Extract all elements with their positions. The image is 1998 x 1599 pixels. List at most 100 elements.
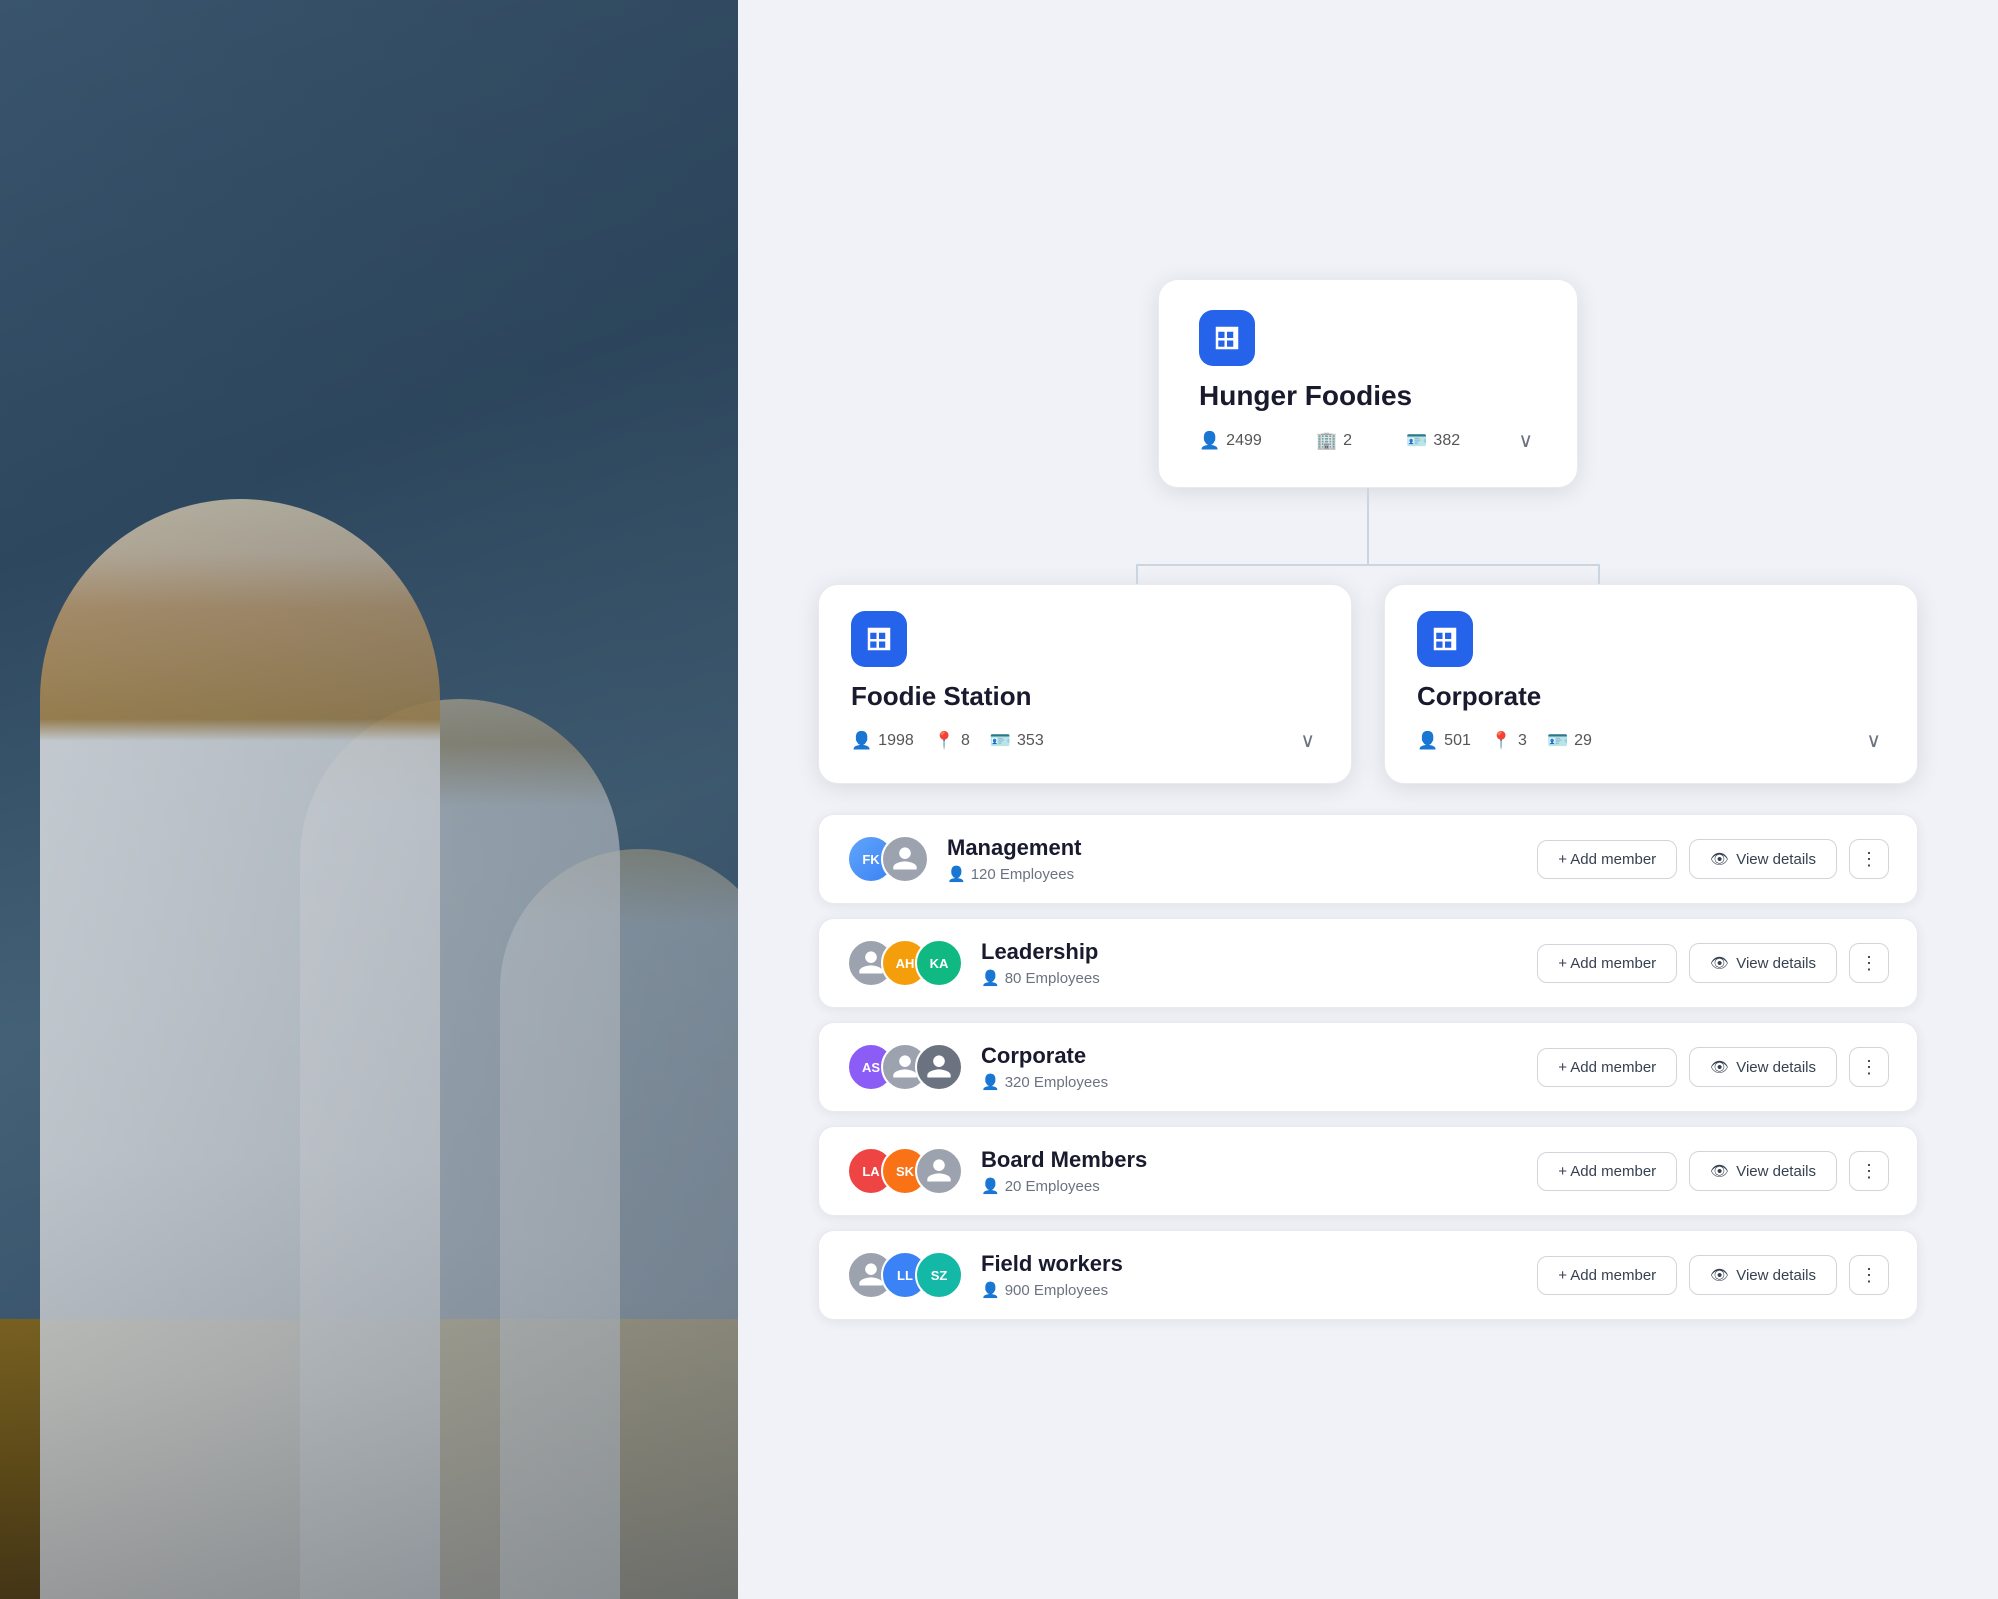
photo-background [0,0,820,1599]
list-item: LA SK Board Members 👤 20 Emplo [818,1126,1918,1216]
corp-stat-people: 👤 501 [1417,731,1471,751]
corp-employees-count: 29 [1574,732,1592,750]
list-section: FK Management 👤 120 Employees [818,814,1918,1320]
stat-people: 👤 2499 [1199,431,1262,451]
management-actions: + Add member 👁 View details ⋮ [1537,839,1889,879]
corp-stat-locations: 📍 3 [1491,731,1527,751]
connector-line-1 [1367,488,1369,536]
list-item: AS Corporate 👤 320 Employees [818,1022,1918,1112]
corp-locations-count: 3 [1518,732,1527,750]
field-count: 900 Employees [1005,1282,1108,1299]
corporate-row-info: Corporate 👤 320 Employees [981,1043,1519,1091]
management-title: Management [947,835,1519,861]
board-avatars: LA SK [847,1147,963,1195]
people-icon: 👤 [1199,431,1220,451]
leadership-view-button[interactable]: 👁 View details [1689,943,1837,983]
board-count: 20 Employees [1005,1178,1100,1195]
corporate-more-button[interactable]: ⋮ [1849,1047,1889,1087]
connector-horizontal-line [1137,564,1599,566]
corp-location-icon: 📍 [1491,731,1512,751]
foodie-station-title: Foodie Station [851,681,1319,712]
corporate-row-title: Corporate [981,1043,1519,1069]
board-actions: + Add member 👁 View details ⋮ [1537,1151,1889,1191]
corporate-expand-button[interactable]: ∨ [1862,724,1885,757]
management-more-button[interactable]: ⋮ [1849,839,1889,879]
corp-stat-employees: 🪪 29 [1547,731,1592,751]
eye-icon-4: 👁 [1710,1162,1729,1180]
second-level-cards: Foodie Station 👤 1998 📍 8 🪪 353 [818,584,1918,784]
corporate-view-button[interactable]: 👁 View details [1689,1047,1837,1087]
ui-section: Hunger Foodies 👤 2499 🏢 2 🪪 382 ∨ [738,0,1998,1599]
list-item: AH KA Leadership 👤 80 Employees [818,918,1918,1008]
org-chart: Hunger Foodies 👤 2499 🏢 2 🪪 382 ∨ [818,279,1918,1320]
corporate-icon [1417,611,1473,667]
fs-location-icon: 📍 [934,731,955,751]
stat-employees: 🪪 382 [1406,431,1460,451]
connector-branch [1028,536,1708,584]
management-view-button[interactable]: 👁 View details [1689,839,1837,879]
avatar-photo-1 [881,835,929,883]
person-icon [891,845,919,873]
foodie-station-expand-button[interactable]: ∨ [1296,724,1319,757]
board-view-button[interactable]: 👁 View details [1689,1151,1837,1191]
field-subtitle: 👤 900 Employees [981,1281,1519,1299]
management-subtitle: 👤 120 Employees [947,865,1519,883]
field-people-icon: 👤 [981,1281,1000,1299]
corporate-row-subtitle: 👤 320 Employees [981,1073,1519,1091]
top-card-hunger-foodies: Hunger Foodies 👤 2499 🏢 2 🪪 382 ∨ [1158,279,1578,488]
board-title: Board Members [981,1147,1519,1173]
card-corporate-top: Corporate 👤 501 📍 3 🪪 29 [1384,584,1918,784]
fs-people-icon: 👤 [851,731,872,751]
leadership-actions: + Add member 👁 View details ⋮ [1537,943,1889,983]
leadership-more-button[interactable]: ⋮ [1849,943,1889,983]
field-title: Field workers [981,1251,1519,1277]
corporate-row-avatars: AS [847,1043,963,1091]
avatar-photo-4 [915,1043,963,1091]
employees-count: 382 [1433,432,1460,450]
fs-stat-employees: 🪪 353 [990,731,1044,751]
corp-employees-icon: 🪪 [1547,731,1568,751]
fs-stat-locations: 📍 8 [934,731,970,751]
hunger-foodies-icon [1199,310,1255,366]
leadership-subtitle: 👤 80 Employees [981,969,1519,987]
board-subtitle: 👤 20 Employees [981,1177,1519,1195]
management-add-button[interactable]: + Add member [1537,840,1677,879]
management-count: 120 Employees [971,866,1074,883]
management-people-icon: 👤 [947,865,966,883]
avatar-sz: SZ [915,1251,963,1299]
fs-people-count: 1998 [878,732,914,750]
building-icon [1212,323,1242,353]
leadership-count: 80 Employees [1005,970,1100,987]
board-more-button[interactable]: ⋮ [1849,1151,1889,1191]
field-add-button[interactable]: + Add member [1537,1256,1677,1295]
leadership-add-button[interactable]: + Add member [1537,944,1677,983]
board-info: Board Members 👤 20 Employees [981,1147,1519,1195]
card-foodie-station: Foodie Station 👤 1998 📍 8 🪪 353 [818,584,1352,784]
eye-icon-3: 👁 [1710,1058,1729,1076]
avatar-ka: KA [915,939,963,987]
corporate-stats: 👤 501 📍 3 🪪 29 ∨ [1417,724,1885,757]
field-view-button[interactable]: 👁 View details [1689,1255,1837,1295]
hunger-foodies-expand-button[interactable]: ∨ [1514,424,1537,457]
employees-icon: 🪪 [1406,431,1427,451]
people-count: 2499 [1226,432,1262,450]
eye-icon-5: 👁 [1710,1266,1729,1284]
connector-vertical-right [1598,564,1600,584]
corporate-row-actions: + Add member 👁 View details ⋮ [1537,1047,1889,1087]
eye-icon-2: 👁 [1710,954,1729,972]
field-avatars: LL SZ [847,1251,963,1299]
leadership-info: Leadership 👤 80 Employees [981,939,1519,987]
field-more-button[interactable]: ⋮ [1849,1255,1889,1295]
corp-people-icon: 👤 [1417,731,1438,751]
management-avatars: FK [847,835,929,883]
hunger-foodies-stats: 👤 2499 🏢 2 🪪 382 ∨ [1199,424,1537,457]
board-add-button[interactable]: + Add member [1537,1152,1677,1191]
hunger-foodies-title: Hunger Foodies [1199,380,1412,412]
corporate-add-button[interactable]: + Add member [1537,1048,1677,1087]
scene: Hunger Foodies 👤 2499 🏢 2 🪪 382 ∨ [0,0,1998,1599]
corporate-people-icon: 👤 [981,1073,1000,1091]
connector-vertical-left [1136,564,1138,584]
list-item: FK Management 👤 120 Employees [818,814,1918,904]
foodie-station-stats: 👤 1998 📍 8 🪪 353 ∨ [851,724,1319,757]
location-icon: 🏢 [1316,431,1337,451]
